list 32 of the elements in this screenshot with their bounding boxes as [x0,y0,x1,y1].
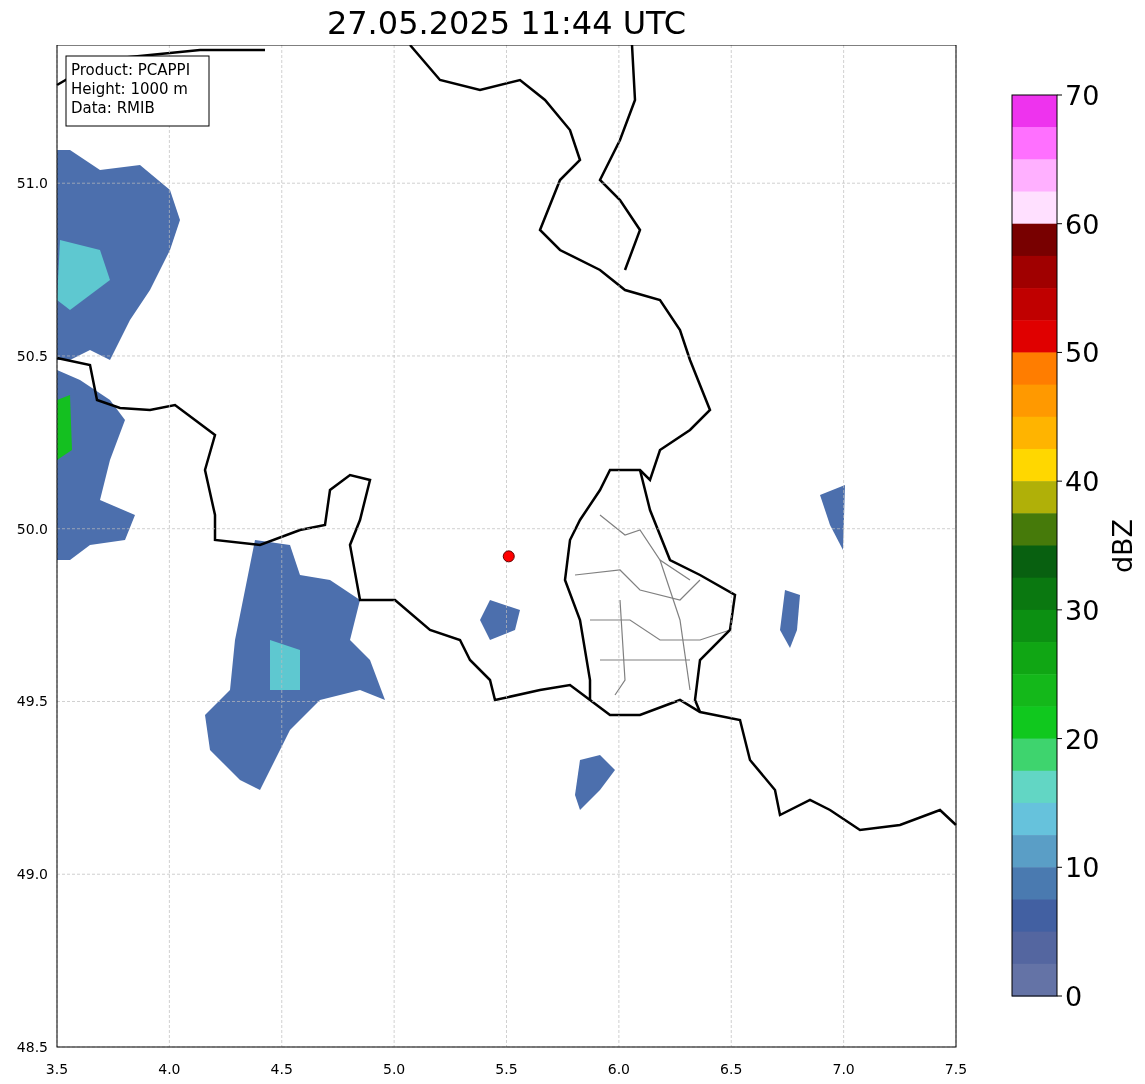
axis-tick-label: 50.5 [16,347,48,364]
colorbar-tick-label: 50 [1065,337,1100,369]
colorbar-tick-label: 10 [1065,852,1100,884]
axis-tick-label: 5.0 [383,1061,406,1077]
colorbar-tick-label: 30 [1065,594,1100,626]
axis-tick-label: 51.0 [16,175,48,192]
axis-tick-label: 50.0 [16,520,48,537]
colorbar-tick-label: 70 [1065,80,1100,111]
colorbar-label: dBZ [1107,518,1138,574]
precipitation-echo [575,755,615,810]
axis-tick-label: 7.0 [832,1061,855,1077]
colorbar-tick-label: 40 [1065,466,1100,498]
axis-tick-label: 4.5 [270,1061,293,1077]
axis-tick-label: 6.5 [720,1061,743,1077]
axis-tick-label: 6.0 [607,1061,630,1077]
precipitation-echo [780,590,800,648]
colorbar-tick-label: 0 [1065,981,1083,1012]
axis-tick-label: 7.5 [944,1061,968,1077]
info-text: Product: PCAPPI [71,61,191,79]
precipitation-echo [480,600,520,640]
axis-tick-label: 48.5 [16,1039,48,1055]
axis-tick-label: 49.0 [16,866,48,883]
axis-tick-label: 5.5 [495,1061,518,1077]
chart-title: 27.05.2025 11:44 UTC [325,2,688,44]
colorbar-tick-label: 60 [1065,208,1100,240]
axis-tick-label: 49.5 [16,693,48,710]
axis-tick-label: 4.0 [158,1061,181,1077]
colorbar-tick-label: 20 [1065,723,1100,755]
info-text: Height: 1000 m [71,80,188,98]
axis-tick-label: 3.5 [45,1061,69,1077]
precipitation-echo [820,485,845,550]
info-text: Data: RMIB [71,99,155,117]
